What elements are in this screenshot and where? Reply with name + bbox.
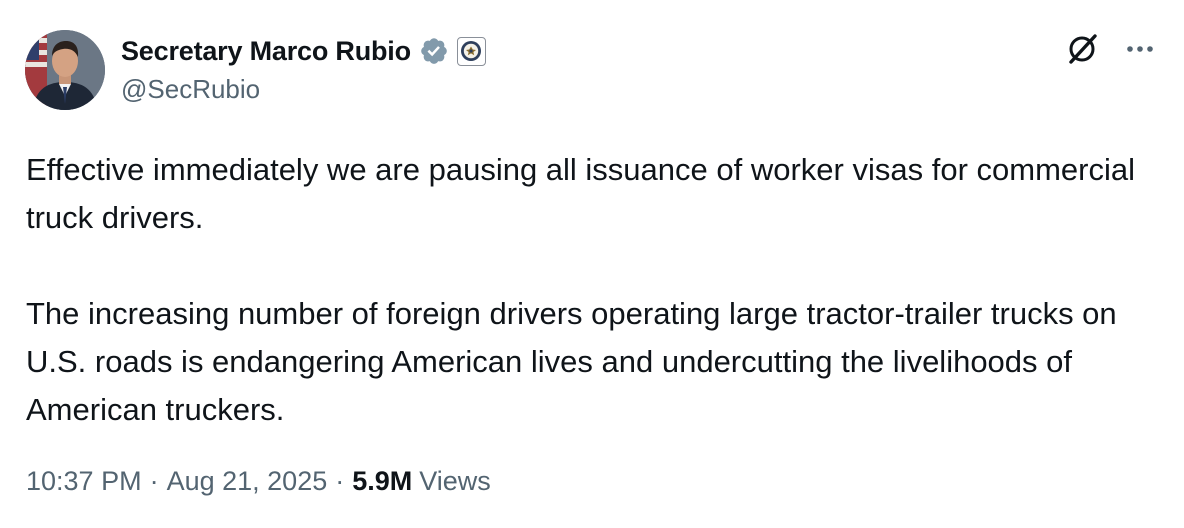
tweet-time[interactable]: 10:37 PM	[26, 466, 142, 497]
tweet-paragraph: Effective immediately we are pausing all…	[26, 152, 1135, 235]
views-count[interactable]: 5.9M	[352, 466, 412, 497]
meta-separator: ·	[149, 466, 159, 496]
more-options-icon[interactable]	[1122, 38, 1158, 60]
tweet-card: Secretary Marco Rubio @SecRubio Effectiv…	[0, 0, 1184, 528]
state-department-seal-icon[interactable]	[456, 36, 486, 66]
tweet-paragraph: The increasing number of foreign drivers…	[26, 296, 1117, 427]
meta-separator: ·	[335, 466, 345, 496]
tweet-text: Effective immediately we are pausing all…	[26, 146, 1166, 434]
verified-badge-icon[interactable]	[419, 36, 449, 66]
profile-photo	[25, 30, 105, 110]
avatar[interactable]	[25, 30, 105, 110]
author-handle[interactable]: @SecRubio	[121, 74, 260, 105]
author-header: Secretary Marco Rubio	[121, 34, 486, 68]
tweet-date[interactable]: Aug 21, 2025	[167, 466, 328, 497]
views-label: Views	[419, 466, 491, 496]
tweet-meta: 10:37 PM · Aug 21, 2025 · 5.9M Views	[26, 466, 491, 497]
author-display-name[interactable]: Secretary Marco Rubio	[121, 36, 411, 67]
grok-icon[interactable]	[1066, 32, 1100, 66]
